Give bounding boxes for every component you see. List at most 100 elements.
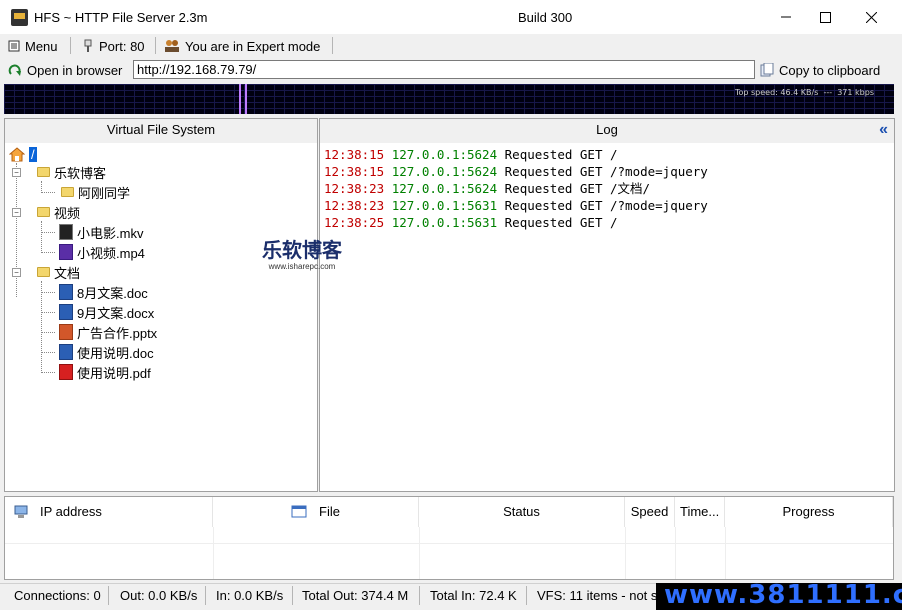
watermark-banner: www.3811111.com [656,583,902,610]
tree-item-label: 广告合作.pptx [77,325,158,341]
vfs-tree[interactable]: / − 乐软博客 阿刚同学 − 视频 小电影.mkv 小视频.mp4 − 文档 … [5,143,317,491]
column-divider [419,527,420,579]
graph-separator: --- [823,88,833,97]
status-total-out: Total Out: 374.4 M [302,588,409,603]
tree-item-file[interactable]: 使用说明.doc [59,343,154,361]
status-divider [292,586,293,605]
tree-line [41,292,55,293]
status-connections: Connections: 0 [14,588,101,603]
top-speed-label: Top speed: 46.4 KB/s [734,88,819,97]
network-computer-icon [14,505,28,518]
title-bar: HFS ~ HTTP File Server 2.3m Build 300 [0,0,902,35]
tree-item-file[interactable]: 小电影.mkv [59,223,143,241]
status-total-in: Total In: 72.4 K [430,588,517,603]
tree-line [41,281,42,373]
kbps-label: 371 kbps [837,88,874,97]
minimize-icon [781,16,791,18]
tree-line [41,221,42,253]
window-title: HFS ~ HTTP File Server 2.3m [34,10,208,25]
tree-item-folder[interactable]: − 视频 [12,203,80,221]
mode-label: You are in Expert mode [185,38,321,54]
connections-table: IP address File Status Speed Time... Pro… [4,496,894,580]
watermark-text: www.3811111.com [664,583,902,610]
close-button[interactable] [848,0,894,34]
tree-item-label: 乐软博客 [54,165,107,181]
tree-line [41,352,55,353]
column-header-status[interactable]: Status [419,497,625,527]
column-header-file[interactable]: File [213,497,419,527]
vfs-header: Virtual File System [5,119,317,143]
collapse-chevron-icon[interactable]: « [879,119,888,141]
collapse-toggle-icon[interactable]: − [12,267,21,277]
tree-line [41,312,55,313]
word-file-icon [59,284,73,300]
toolbar-divider [155,37,156,54]
log-header: Log « [320,119,894,143]
menu-label: Menu [25,38,58,54]
speed-graph: Top speed: 46.4 KB/s --- 371 kbps [4,84,894,114]
port-button[interactable]: Port: 80 [82,37,145,55]
window-icon [291,505,307,518]
tree-item-file[interactable]: 使用说明.pdf [59,363,151,381]
open-in-browser-label: Open in browser [27,62,123,78]
clipboard-icon [760,63,774,77]
graph-stats: Top speed: 46.4 KB/s --- 371 kbps [735,88,874,97]
tree-item-folder[interactable]: 阿刚同学 [61,183,130,201]
site-logo: 乐软博客 www.isharepc.com [262,240,342,271]
tree-item-label: 8月文案.doc [77,285,148,301]
tree-item-label: 使用说明.pdf [77,365,151,381]
log-content[interactable]: 12:38:15 127.0.0.1:5624 Requested GET / … [320,143,894,491]
tree-line [41,332,55,333]
tree-item-folder[interactable]: − 乐软博客 [12,163,106,181]
log-line: 12:38:23 127.0.0.1:5631 Requested GET /?… [324,198,708,213]
collapse-toggle-icon[interactable]: − [12,167,21,177]
tree-item-label: 阿刚同学 [78,185,131,201]
port-label: Port: 80 [99,38,145,54]
tree-item-file[interactable]: 小视频.mp4 [59,243,145,261]
row-divider [5,543,893,544]
log-line: 12:38:25 127.0.0.1:5631 Requested GET / [324,215,618,230]
logo-text: 乐软博客 [262,240,342,262]
column-header-ip[interactable]: IP address [5,497,213,527]
column-label: File [319,504,340,519]
column-divider [625,527,626,579]
folder-icon [61,187,74,197]
maximize-icon [819,11,831,23]
folder-icon [37,267,50,277]
copy-to-clipboard-button[interactable]: Copy to clipboard [760,61,880,79]
column-header-time[interactable]: Time... [675,497,725,527]
open-in-browser-button[interactable]: Open in browser [8,61,122,79]
toolbar-divider [332,37,333,54]
column-header-speed[interactable]: Speed [625,497,675,527]
tree-item-folder[interactable]: − 文档 [12,263,80,281]
log-line: 12:38:23 127.0.0.1:5624 Requested GET /文… [324,181,651,196]
status-vfs[interactable]: VFS: 11 items - not s [537,588,657,603]
hfs-app-icon [11,9,28,26]
tree-item-file[interactable]: 广告合作.pptx [59,323,157,341]
tree-item-label: 使用说明.doc [77,345,154,361]
column-header-progress[interactable]: Progress [725,497,893,527]
log-panel: Log « 12:38:15 127.0.0.1:5624 Requested … [319,118,895,492]
tree-item-label: 9月文案.docx [77,305,155,321]
maximize-button[interactable] [802,0,848,34]
url-field[interactable] [133,60,755,79]
video-file-icon [59,224,73,240]
tree-root[interactable]: / [9,145,37,163]
column-label: IP address [40,504,102,519]
root-label: / [29,146,37,162]
tree-item-label: 小视频.mp4 [77,245,145,261]
status-out-speed: Out: 0.0 KB/s [120,588,198,603]
folder-icon [37,167,50,177]
expert-mode-button[interactable]: You are in Expert mode [164,37,320,55]
tree-item-file[interactable]: 8月文案.doc [59,283,148,301]
menu-icon [8,40,20,52]
pdf-file-icon [59,364,73,380]
tree-line [41,232,55,233]
main-toolbar: Menu Port: 80 You are in Expert mode [0,34,902,57]
menu-button[interactable]: Menu [8,37,58,55]
collapse-toggle-icon[interactable]: − [12,207,21,217]
tree-line [41,372,55,373]
powerpoint-file-icon [59,324,73,340]
log-line: 12:38:15 127.0.0.1:5624 Requested GET / [324,147,618,162]
tree-item-file[interactable]: 9月文案.docx [59,303,154,321]
